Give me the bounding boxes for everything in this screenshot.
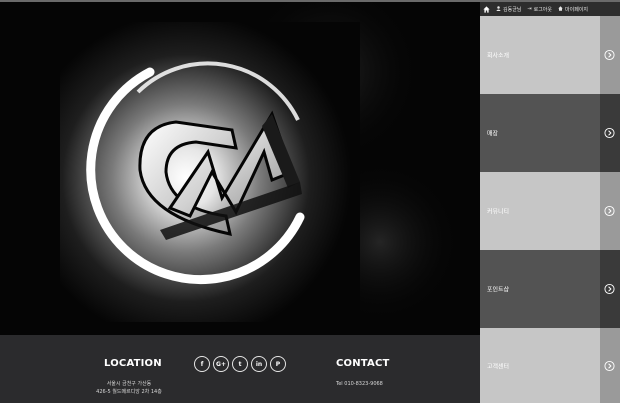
chevron-right-circle-icon[interactable]	[604, 283, 615, 295]
menu-item-support[interactable]: 고객센터	[480, 328, 620, 403]
logout-label: 로그아웃	[533, 6, 553, 13]
menu-item-label: 포인트샵	[487, 286, 510, 294]
menu-item-community[interactable]: 커뮤니티	[480, 172, 620, 250]
linkedin-icon[interactable]: in	[251, 356, 267, 372]
menu-item-store[interactable]: 매장	[480, 94, 620, 172]
menu-item-label: 매장	[487, 130, 499, 138]
chevron-right-circle-icon[interactable]	[604, 360, 615, 371]
side-menu: 회사소개 매장 커뮤니티 포인트샵 고객센터	[480, 16, 620, 403]
address-line-2: 426-5 월드메르디앙 2차 14층	[96, 389, 162, 395]
google-plus-icon[interactable]: G+	[213, 356, 229, 372]
pinterest-icon[interactable]: P	[270, 356, 286, 372]
user-topbar: 김동균님 ⇥ 로그아웃 마이페이지	[480, 2, 620, 16]
menu-item-company[interactable]: 회사소개	[480, 16, 620, 94]
chevron-right-circle-icon[interactable]	[604, 127, 615, 139]
hero-banner	[0, 2, 480, 335]
cm-logo-image	[0, 2, 480, 335]
home-icon[interactable]	[483, 5, 490, 13]
logout-link[interactable]: ⇥ 로그아웃	[527, 6, 552, 13]
menu-item-label: 커뮤니티	[487, 208, 510, 216]
address: 서울시 금천구 가산동 426-5 월드메르디앙 2차 14층	[84, 380, 174, 396]
chevron-right-circle-icon[interactable]	[604, 49, 615, 61]
chevron-right-circle-icon[interactable]	[604, 205, 615, 217]
twitter-icon[interactable]: t	[232, 356, 248, 372]
mypage-label: 마이페이지	[565, 6, 589, 13]
mypage-link[interactable]: 마이페이지	[558, 5, 589, 13]
contact-tel: Tel 010-8323-9068	[336, 381, 383, 387]
facebook-icon[interactable]: f	[194, 356, 210, 372]
logout-icon: ⇥	[527, 6, 532, 12]
location-heading: LOCATION	[104, 358, 162, 369]
menu-item-pointshop[interactable]: 포인트샵	[480, 250, 620, 328]
footer: LOCATION 서울시 금천구 가산동 426-5 월드메르디앙 2차 14층…	[0, 335, 480, 403]
contact-heading: CONTACT	[336, 358, 390, 369]
user-profile-link[interactable]: 김동균님	[496, 5, 522, 13]
social-links: f G+ t in P	[194, 356, 286, 372]
user-icon	[496, 5, 501, 13]
menu-item-label: 회사소개	[487, 52, 510, 60]
mypage-icon	[558, 5, 563, 13]
menu-item-label: 고객센터	[487, 363, 510, 370]
address-line-1: 서울시 금천구 가산동	[106, 381, 152, 387]
user-name-label: 김동균님	[503, 6, 522, 13]
